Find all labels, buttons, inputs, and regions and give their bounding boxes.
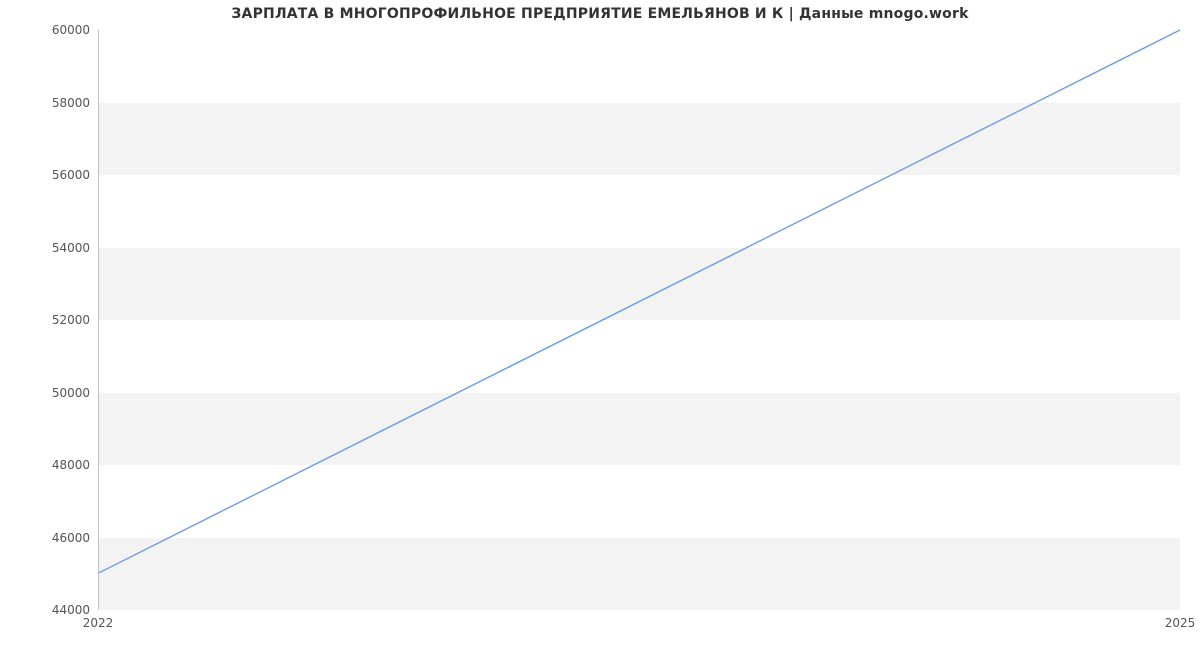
y-tick-label: 58000 xyxy=(10,96,90,110)
salary-line-chart: ЗАРПЛАТА В МНОГОПРОФИЛЬНОЕ ПРЕДПРИЯТИЕ Е… xyxy=(0,0,1200,650)
line-layer xyxy=(99,30,1180,609)
y-tick-label: 50000 xyxy=(10,386,90,400)
x-tick-label: 2022 xyxy=(83,616,114,630)
plot-area xyxy=(98,30,1180,610)
chart-title: ЗАРПЛАТА В МНОГОПРОФИЛЬНОЕ ПРЕДПРИЯТИЕ Е… xyxy=(0,6,1200,22)
series-line xyxy=(99,30,1180,573)
y-tick-label: 54000 xyxy=(10,241,90,255)
y-tick-label: 46000 xyxy=(10,531,90,545)
y-tick-label: 52000 xyxy=(10,313,90,327)
y-tick-label: 60000 xyxy=(10,23,90,37)
x-tick-label: 2025 xyxy=(1165,616,1196,630)
y-tick-label: 44000 xyxy=(10,603,90,617)
y-tick-label: 56000 xyxy=(10,168,90,182)
y-tick-label: 48000 xyxy=(10,458,90,472)
